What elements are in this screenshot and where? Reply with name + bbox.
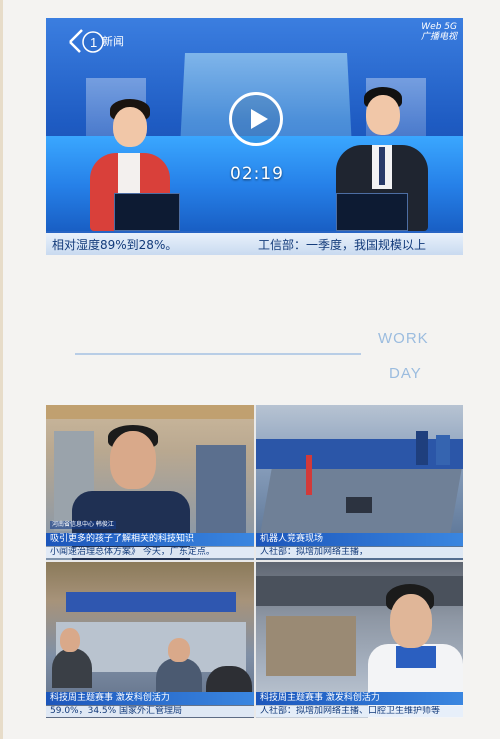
broadcast-logo: Web 5G 广播电视 — [420, 22, 457, 42]
collage-tile-student: 科技周主题赛事 激发科创活力 人社部：拟增加网络主播、口腔卫生维护师等 — [256, 562, 463, 718]
play-button[interactable] — [229, 92, 283, 146]
tile-interviewee-tag: 河南省信息中心 韩俊江 — [50, 521, 116, 529]
channel-logo-icon: 1 — [69, 29, 104, 53]
left-border-rule — [0, 0, 3, 739]
svg-text:1: 1 — [90, 35, 97, 50]
tile-ticker: 59.0%，34.5% 国家外汇管理局 — [46, 706, 254, 717]
section-label-day: DAY — [389, 365, 422, 382]
tile-ticker: 小闻速治理总体方案》 今天，广东定点。 — [46, 547, 254, 558]
tile-ticker: 人社部：拟增加网络主播、口腔卫生维护师等 — [256, 706, 463, 717]
video-player[interactable]: 1 新闻 Web 5G 广播电视 02:19 相对湿度89%到28%。 工信部：… — [46, 18, 463, 255]
tile-caption: 吸引更多的孩子了解相关的科技知识 — [46, 533, 254, 546]
tile-ticker: 人社部：拟增加网络主播， — [256, 547, 463, 558]
play-icon — [250, 109, 268, 129]
section-label-work: WORK — [378, 330, 429, 347]
collage-tile-interview: 河南省信息中心 韩俊江 吸引更多的孩子了解相关的科技知识 小闻速治理总体方案》 … — [46, 405, 254, 560]
video-duration: 02:19 — [230, 164, 284, 184]
section-divider — [75, 353, 361, 355]
laptop-right — [336, 193, 408, 231]
ticker-weather-text: 相对湿度89%到28%。 — [52, 237, 178, 252]
tile-caption: 科技周主题赛事 激发科创活力 — [46, 692, 254, 705]
news-ticker: 相对湿度89%到28%。 工信部：一季度，我国规模以上 — [46, 231, 463, 255]
collage-tile-hall: 科技周主题赛事 激发科创活力 59.0%，34.5% 国家外汇管理局 — [46, 562, 254, 718]
ticker-headline-text: 工信部：一季度，我国规模以上 — [258, 237, 427, 252]
collage-tile-arena: 机器人竞赛现场 人社部：拟增加网络主播， — [256, 405, 463, 560]
channel-logo-label: 新闻 — [102, 35, 124, 48]
tile-caption: 科技周主题赛事 激发科创活力 — [256, 692, 463, 705]
channel-logo: 1 — [66, 26, 136, 56]
tile-caption: 机器人竞赛现场 — [256, 533, 463, 546]
laptop-left — [114, 193, 180, 231]
photo-collage: 河南省信息中心 韩俊江 吸引更多的孩子了解相关的科技知识 小闻速治理总体方案》 … — [46, 405, 463, 718]
